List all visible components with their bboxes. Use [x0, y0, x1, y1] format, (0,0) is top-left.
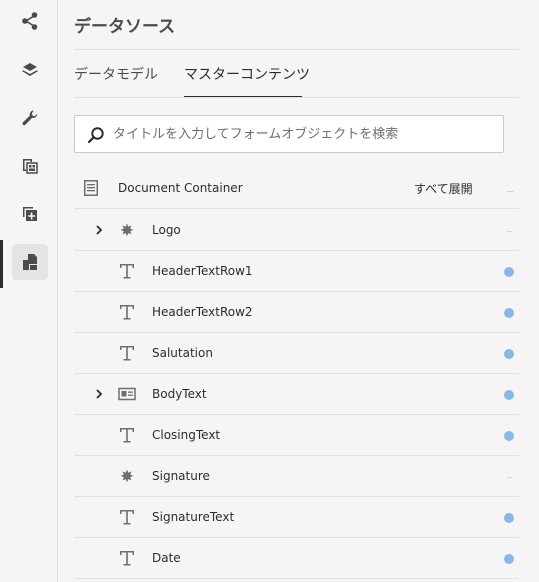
expand-all-button[interactable]: すべて展開 — [414, 180, 473, 197]
master-content-icon[interactable] — [12, 244, 48, 280]
status-dot — [504, 349, 514, 359]
status-placeholder — [507, 477, 512, 478]
text-icon — [120, 551, 134, 566]
add-copy-icon[interactable] — [12, 196, 48, 232]
tree-row-label: Date — [152, 551, 181, 565]
status-dot — [504, 431, 514, 441]
status-dot — [504, 390, 514, 400]
search-input[interactable] — [113, 116, 498, 152]
tree-row-logo[interactable]: Logo — [74, 210, 519, 251]
tree-row-bodytext[interactable]: BodyText — [74, 374, 519, 415]
text-icon — [120, 510, 134, 525]
document-icon — [84, 180, 98, 196]
layers-icon[interactable] — [12, 52, 48, 88]
tree-row-headertextrow1[interactable]: HeaderTextRow1 — [74, 251, 519, 292]
image-asset-icon — [120, 469, 134, 483]
tab-data-model[interactable]: データモデル — [74, 64, 158, 84]
text-icon — [120, 305, 134, 320]
status-dot — [504, 267, 514, 277]
status-dot — [504, 308, 514, 318]
tree-row-label: BodyText — [152, 387, 207, 401]
left-rail — [0, 0, 58, 582]
wrench-icon[interactable] — [12, 100, 48, 136]
chevron-right-icon[interactable] — [95, 389, 103, 399]
status-dot — [504, 513, 514, 523]
fragment-icon — [118, 387, 136, 401]
status-dot — [504, 554, 514, 564]
tree-row-closingtext[interactable]: ClosingText — [74, 415, 519, 456]
document-container-label: Document Container — [118, 181, 243, 195]
tree-row-label: HeaderTextRow2 — [152, 305, 253, 319]
share-icon[interactable] — [12, 3, 48, 39]
tree-row-label: Logo — [152, 223, 181, 237]
panel-title: データソース — [74, 17, 176, 37]
status-placeholder — [507, 231, 512, 232]
document-grid-icon[interactable] — [12, 148, 48, 184]
tree-row-headertextrow2[interactable]: HeaderTextRow2 — [74, 292, 519, 333]
tab-master-content[interactable]: マスターコンテンツ — [184, 64, 310, 84]
tree-row-signature[interactable]: Signature — [74, 456, 519, 497]
text-icon — [120, 346, 134, 361]
header-divider — [74, 49, 519, 50]
data-source-panel: データソース データモデル マスターコンテンツ Document Contain… — [58, 0, 539, 582]
text-icon — [120, 428, 134, 443]
tree-row-label: Signature — [152, 469, 210, 483]
tree-row-signaturetext[interactable]: SignatureText — [74, 497, 519, 538]
image-asset-icon — [120, 223, 134, 237]
tree-row-date[interactable]: Date — [74, 538, 519, 579]
document-container-row[interactable]: Document Container すべて展開 — [74, 168, 519, 209]
search-icon — [87, 127, 104, 144]
search-box[interactable] — [74, 115, 504, 153]
chevron-right-icon[interactable] — [95, 225, 103, 235]
tree-row-label: HeaderTextRow1 — [152, 264, 253, 278]
rail-active-indicator — [0, 240, 3, 288]
tabs-divider — [74, 97, 519, 98]
tree-row-label: Salutation — [152, 346, 213, 360]
text-icon — [120, 264, 134, 279]
tree-row-label: SignatureText — [152, 510, 235, 524]
status-placeholder — [507, 191, 513, 192]
tree-row-salutation[interactable]: Salutation — [74, 333, 519, 374]
tree-row-label: ClosingText — [152, 428, 221, 442]
